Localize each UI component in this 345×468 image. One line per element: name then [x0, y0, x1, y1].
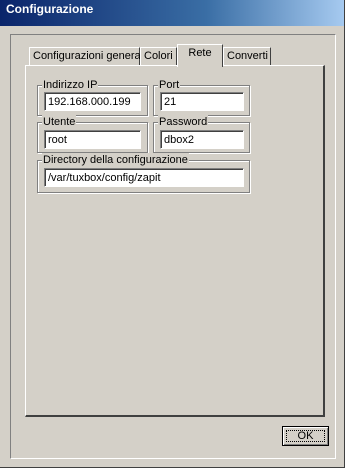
config-dir-label: Directory della configurazione — [42, 153, 189, 167]
ip-label: Indirizzo IP — [42, 78, 99, 92]
window-title: Configurazione — [0, 0, 344, 26]
ok-button[interactable]: OK — [282, 426, 329, 446]
tab-colori[interactable]: Colori — [140, 47, 177, 66]
ip-address-field[interactable]: 192.168.000.199 — [44, 92, 141, 111]
password-field[interactable]: dbox2 — [160, 130, 244, 149]
ok-button-label: OK — [297, 430, 314, 442]
config-dir-field[interactable]: /var/tuxbox/config/zapit — [44, 168, 244, 187]
tab-configurazioni-generali[interactable]: Configurazioni generali — [29, 47, 146, 66]
port-field[interactable]: 21 — [160, 92, 244, 111]
user-field[interactable]: root — [44, 130, 141, 149]
tab-rete[interactable]: Rete — [177, 44, 223, 67]
password-label: Password — [158, 115, 209, 129]
tab-converti[interactable]: Converti — [223, 47, 271, 66]
user-label: Utente — [42, 115, 77, 129]
port-label: Port — [158, 78, 181, 92]
config-window: Configurazione Configurazioni generali C… — [0, 0, 345, 468]
